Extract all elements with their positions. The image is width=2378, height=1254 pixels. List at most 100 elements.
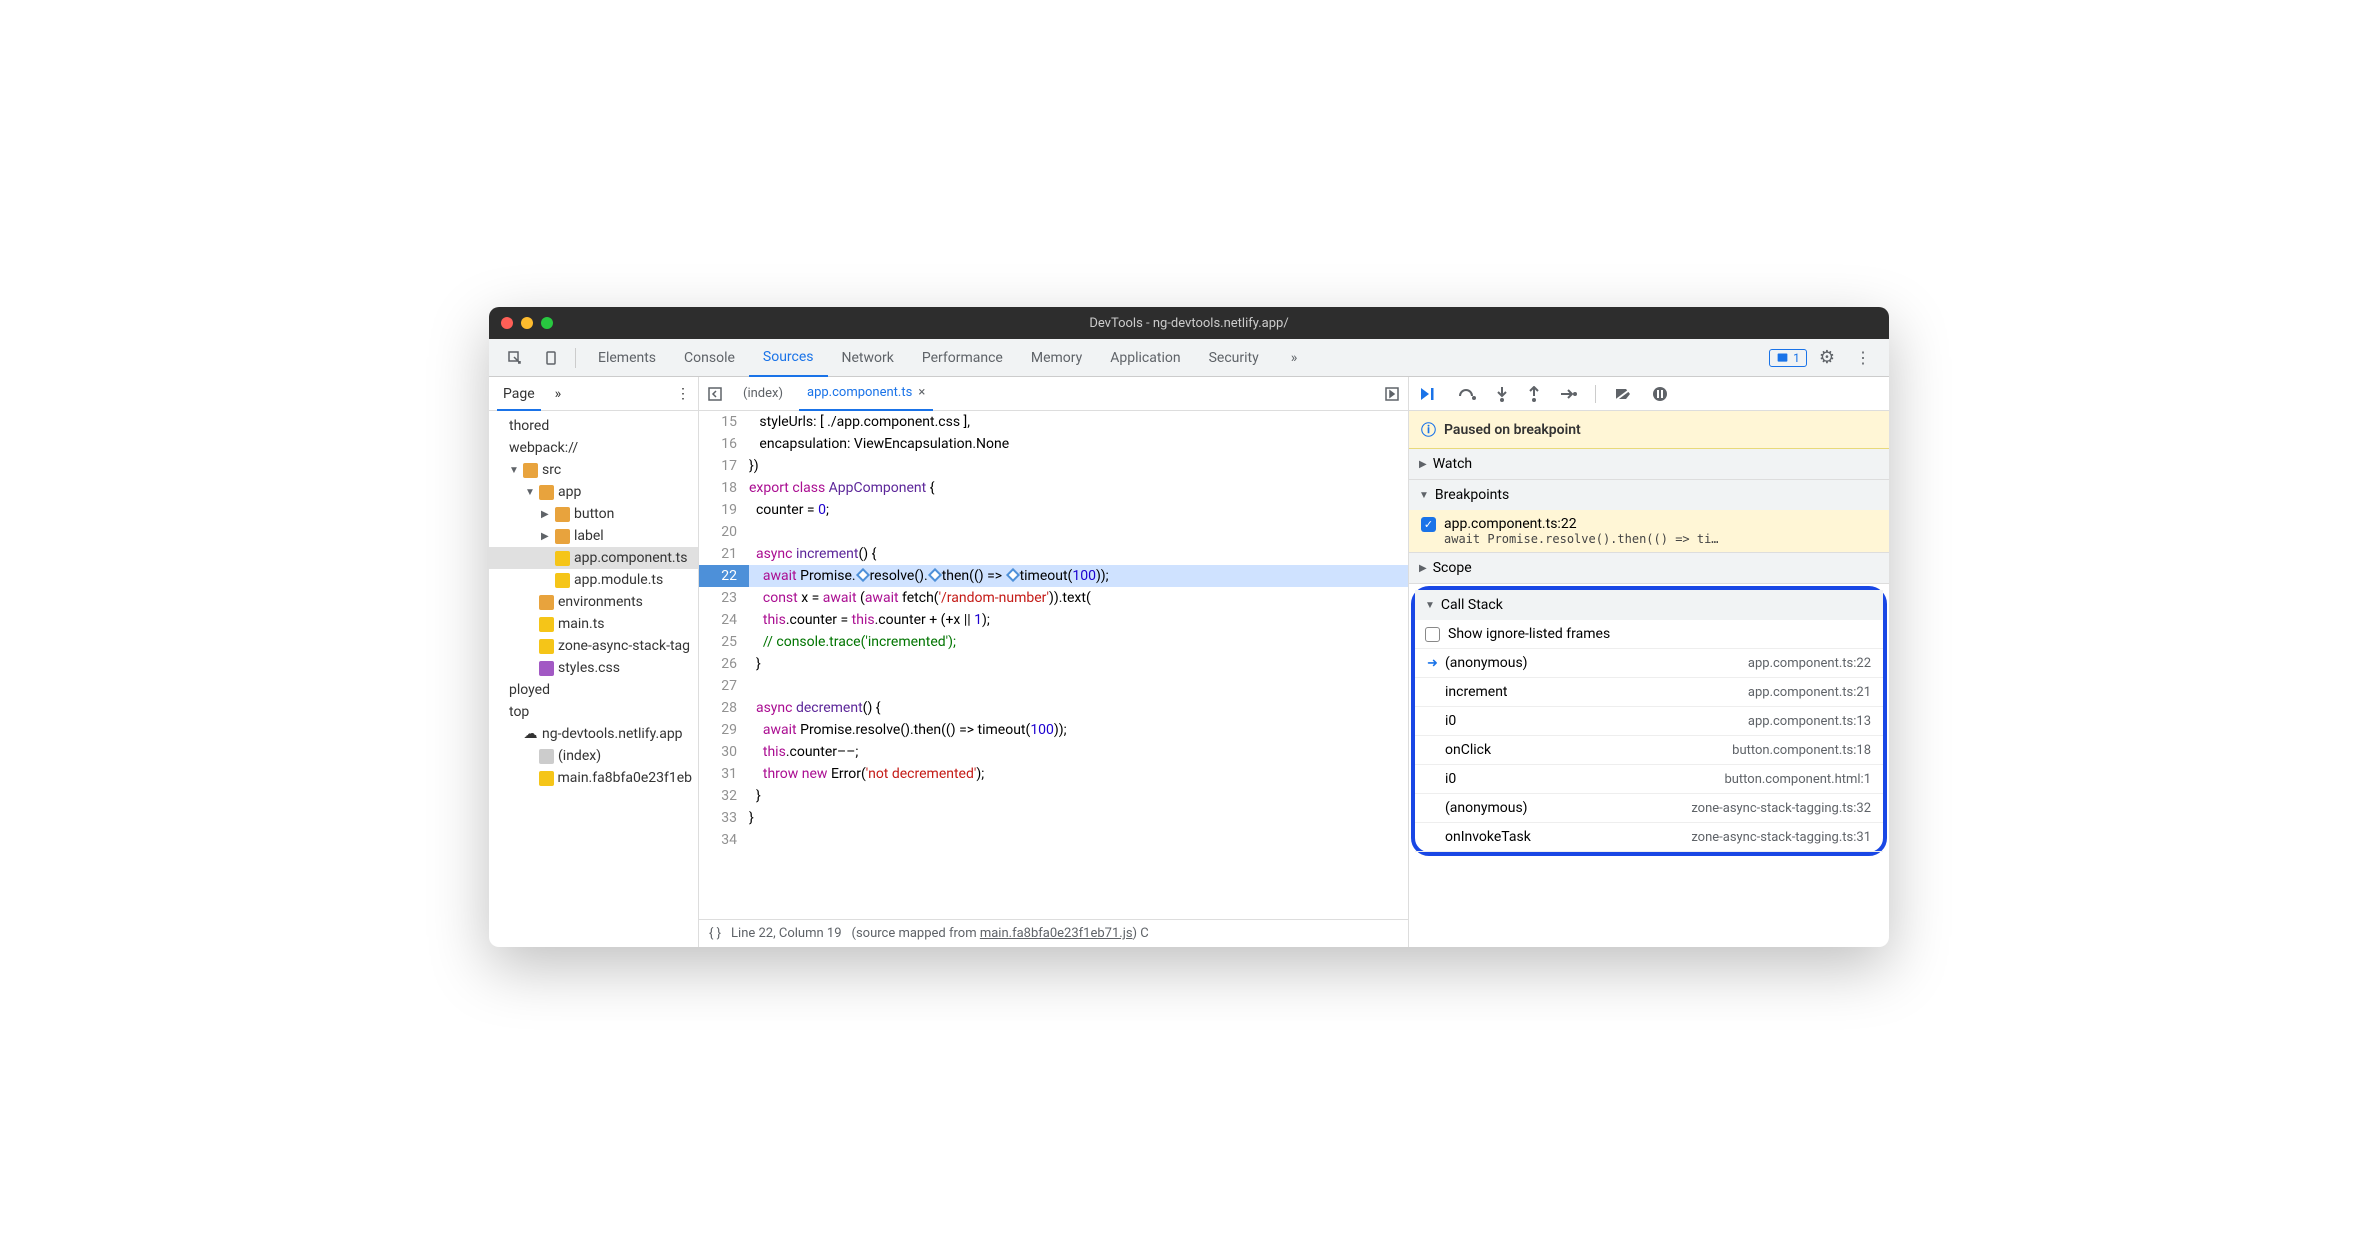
code-line[interactable]: 29 await Promise.resolve().then(() => ti… <box>699 719 1408 741</box>
close-window-button[interactable] <box>501 317 513 329</box>
callstack-frame[interactable]: (anonymous)zone-async-stack-tagging.ts:3… <box>1415 794 1883 823</box>
tree-item[interactable]: ployed <box>489 679 698 701</box>
status-bar: { } Line 22, Column 19 (source mapped fr… <box>699 919 1408 947</box>
settings-icon[interactable]: ⚙ <box>1811 347 1843 368</box>
tab-security[interactable]: Security <box>1195 339 1273 377</box>
breakpoint-checkbox[interactable]: ✓ <box>1421 517 1436 532</box>
breakpoints-header[interactable]: ▼Breakpoints <box>1409 480 1889 510</box>
code-line[interactable]: 21 async increment() { <box>699 543 1408 565</box>
code-line[interactable]: 34 <box>699 829 1408 851</box>
tree-item[interactable]: main.ts <box>489 613 698 635</box>
callstack-frame[interactable]: i0app.component.ts:13 <box>1415 707 1883 736</box>
resume-button[interactable] <box>1419 386 1439 402</box>
tree-item[interactable]: ☁ng-devtools.netlify.app <box>489 723 698 745</box>
debugger-panel: ⓘ Paused on breakpoint ▶Watch ▼Breakpoin… <box>1409 377 1889 947</box>
tab-memory[interactable]: Memory <box>1017 339 1096 377</box>
code-line[interactable]: 23 const x = await (await fetch('/random… <box>699 587 1408 609</box>
tree-item[interactable]: top <box>489 701 698 723</box>
tree-item[interactable]: (index) <box>489 745 698 767</box>
tab-sources[interactable]: Sources <box>749 339 828 377</box>
code-line[interactable]: 27 <box>699 675 1408 697</box>
minimize-window-button[interactable] <box>521 317 533 329</box>
tree-item[interactable]: ▼app <box>489 481 698 503</box>
tab-application[interactable]: Application <box>1096 339 1194 377</box>
tree-item[interactable]: webpack:// <box>489 437 698 459</box>
tree-item[interactable]: app.component.ts <box>489 547 698 569</box>
inspect-icon[interactable] <box>499 350 531 366</box>
editor-tab[interactable]: app.component.ts × <box>799 377 933 411</box>
tab-elements[interactable]: Elements <box>584 339 670 377</box>
tab-console[interactable]: Console <box>670 339 749 377</box>
code-line[interactable]: 33} <box>699 807 1408 829</box>
code-editor[interactable]: 15 styleUrls: [ ./app.component.css ],16… <box>699 411 1408 919</box>
file-icon <box>539 771 554 786</box>
nav-more-icon[interactable]: ⋮ <box>676 386 690 402</box>
deactivate-breakpoints-button[interactable] <box>1614 386 1634 402</box>
tab-network[interactable]: Network <box>828 339 908 377</box>
code-line[interactable]: 24 this.counter = this.counter + (+x || … <box>699 609 1408 631</box>
breakpoint-item[interactable]: ✓app.component.ts:22 await Promise.resol… <box>1409 510 1889 552</box>
navigator-tabbar: Page » ⋮ <box>489 377 698 411</box>
main-area: Page » ⋮ thoredwebpack://▼src▼app▶button… <box>489 377 1889 947</box>
maximize-window-button[interactable] <box>541 317 553 329</box>
devtools-window: DevTools - ng-devtools.netlify.app/ Elem… <box>489 307 1889 947</box>
editor-tab[interactable]: (index) <box>735 377 791 411</box>
callstack-header[interactable]: ▼Call Stack <box>1415 590 1883 620</box>
nav-back-icon[interactable] <box>707 386 723 402</box>
pretty-print-icon[interactable]: { } <box>709 926 721 941</box>
breakpoints-section: ▼Breakpoints ✓app.component.ts:22 await … <box>1409 480 1889 553</box>
file-icon <box>539 639 554 654</box>
tree-item[interactable]: ▶button <box>489 503 698 525</box>
step-button[interactable] <box>1559 387 1577 401</box>
scope-section[interactable]: ▶Scope <box>1409 553 1889 584</box>
code-line[interactable]: 17}) <box>699 455 1408 477</box>
show-ignored-toggle[interactable]: Show ignore-listed frames <box>1415 620 1883 649</box>
more-icon[interactable]: ⋮ <box>1847 348 1879 367</box>
code-line[interactable]: 22 await Promise.resolve().then(() => ti… <box>699 565 1408 587</box>
tabs-overflow[interactable]: » <box>1277 339 1312 377</box>
code-line[interactable]: 28 async decrement() { <box>699 697 1408 719</box>
close-tab-icon[interactable]: × <box>918 385 925 400</box>
checkbox-empty[interactable] <box>1425 627 1440 642</box>
code-line[interactable]: 26 } <box>699 653 1408 675</box>
paused-banner: ⓘ Paused on breakpoint <box>1409 411 1889 449</box>
code-line[interactable]: 25 // console.trace('incremented'); <box>699 631 1408 653</box>
callstack-frame[interactable]: i0button.component.html:1 <box>1415 765 1883 794</box>
callstack-frame[interactable]: onInvokeTaskzone-async-stack-tagging.ts:… <box>1415 823 1883 852</box>
tree-item[interactable]: app.module.ts <box>489 569 698 591</box>
code-line[interactable]: 20 <box>699 521 1408 543</box>
step-over-button[interactable] <box>1457 386 1477 402</box>
step-into-button[interactable] <box>1495 386 1509 402</box>
code-line[interactable]: 31 throw new Error('not decremented'); <box>699 763 1408 785</box>
tree-item[interactable]: thored <box>489 415 698 437</box>
code-line[interactable]: 15 styleUrls: [ ./app.component.css ], <box>699 411 1408 433</box>
nav-tabs-overflow[interactable]: » <box>549 386 568 402</box>
watch-section[interactable]: ▶Watch <box>1409 449 1889 480</box>
callstack-frame[interactable]: incrementapp.component.ts:21 <box>1415 678 1883 707</box>
code-line[interactable]: 18export class AppComponent { <box>699 477 1408 499</box>
tree-item[interactable]: ▼src <box>489 459 698 481</box>
tree-item[interactable]: styles.css <box>489 657 698 679</box>
tree-item[interactable]: zone-async-stack-tag <box>489 635 698 657</box>
tab-performance[interactable]: Performance <box>908 339 1017 377</box>
run-icon[interactable] <box>1384 386 1400 402</box>
nav-tab-page[interactable]: Page <box>497 386 541 411</box>
code-line[interactable]: 16 encapsulation: ViewEncapsulation.None <box>699 433 1408 455</box>
tree-item[interactable]: main.fa8bfa0e23f1eb <box>489 767 698 789</box>
file-icon <box>539 749 554 764</box>
pause-exceptions-button[interactable] <box>1652 386 1668 402</box>
source-map-link[interactable]: main.fa8bfa0e23f1eb71.js <box>980 926 1133 941</box>
tree-item[interactable]: environments <box>489 591 698 613</box>
debugger-toolbar <box>1409 377 1889 411</box>
code-line[interactable]: 30 this.counter––; <box>699 741 1408 763</box>
device-icon[interactable] <box>535 350 567 366</box>
issues-badge[interactable]: 1 <box>1769 349 1807 367</box>
callstack-frame[interactable]: ➜(anonymous)app.component.ts:22 <box>1415 649 1883 678</box>
navigator-panel: Page » ⋮ thoredwebpack://▼src▼app▶button… <box>489 377 699 947</box>
code-line[interactable]: 32 } <box>699 785 1408 807</box>
callstack-frame[interactable]: onClickbutton.component.ts:18 <box>1415 736 1883 765</box>
code-line[interactable]: 19 counter = 0; <box>699 499 1408 521</box>
editor-panel: (index)app.component.ts × 15 styleUrls: … <box>699 377 1409 947</box>
tree-item[interactable]: ▶label <box>489 525 698 547</box>
step-out-button[interactable] <box>1527 386 1541 402</box>
